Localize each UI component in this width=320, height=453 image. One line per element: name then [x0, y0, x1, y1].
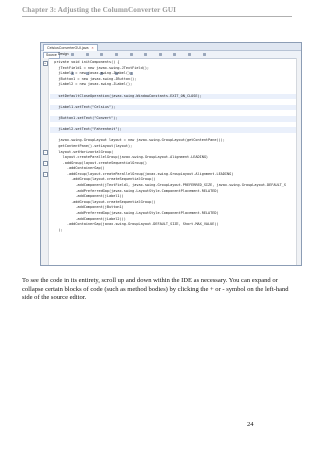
toolbar-icons [71, 53, 221, 75]
editor-tab-bar: CelsiusConverterGUI.java × [41, 43, 301, 51]
code-lines: private void initComponents() { jTextFie… [50, 60, 299, 233]
ide-screenshot: CelsiusConverterGUI.java × Source Design… [40, 42, 302, 266]
page-number: 24 [247, 421, 254, 428]
find-next-icon[interactable] [129, 53, 133, 56]
fold-toggle-icon[interactable]: + [42, 61, 48, 66]
find-previous-icon[interactable] [114, 53, 118, 56]
editor-gutter: + - - - [41, 58, 49, 265]
header-rule [22, 16, 292, 17]
vertical-scrollbar[interactable] [296, 58, 301, 265]
shift-left-icon[interactable] [202, 53, 206, 56]
design-tab-button[interactable]: Design [56, 52, 71, 57]
editor-tab[interactable]: CelsiusConverterGUI.java × [43, 44, 98, 51]
code-line: ); [50, 227, 63, 232]
source-editor[interactable]: + - - - private void initComponents() { … [41, 58, 301, 265]
previous-bookmark-icon[interactable] [173, 53, 177, 56]
fold-toggle-icon[interactable]: - [42, 161, 48, 166]
editor-tab-label: CelsiusConverterGUI.java [47, 46, 89, 50]
toggle-highlight-icon[interactable] [144, 53, 148, 56]
toggle-bookmark-icon[interactable] [158, 53, 162, 56]
forward-icon[interactable] [85, 53, 89, 56]
code-line: .addComponent(jTextField1, javax.swing.G… [50, 183, 287, 188]
fold-toggle-icon[interactable]: - [42, 150, 48, 155]
back-icon[interactable] [71, 53, 74, 56]
next-bookmark-icon[interactable] [188, 53, 192, 56]
fold-toggle-icon[interactable]: - [42, 172, 48, 177]
chapter-header: Chapter 3: Adjusting the ColumnConverter… [22, 6, 177, 14]
find-icon[interactable] [100, 53, 104, 56]
body-paragraph: To see the code in its entirety, scroll … [22, 277, 289, 302]
